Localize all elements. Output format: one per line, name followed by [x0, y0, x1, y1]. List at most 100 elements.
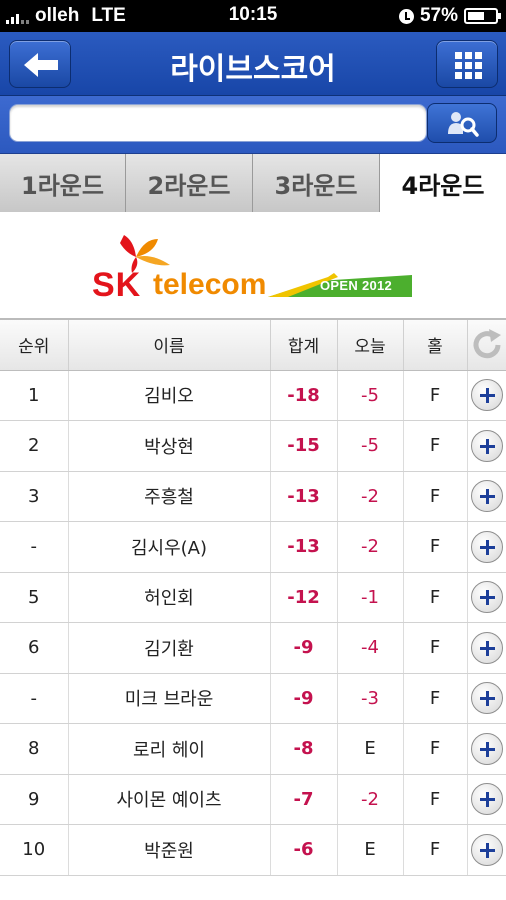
expand-cell	[467, 723, 506, 775]
tab-round-1[interactable]: 1라운드	[0, 154, 126, 212]
expand-cell	[467, 622, 506, 674]
col-hole: 홀	[403, 320, 468, 371]
event-name: OPEN 2012	[320, 278, 393, 293]
hole-cell: F	[403, 521, 468, 573]
today-score-cell: -2	[337, 471, 404, 522]
today-score-cell: -5	[337, 370, 404, 421]
expand-cell	[467, 521, 506, 573]
expand-cell	[467, 673, 506, 724]
hole-cell: F	[403, 370, 468, 421]
battery-icon	[464, 8, 501, 24]
hole-cell: F	[403, 774, 468, 825]
total-score-cell: -18	[270, 370, 338, 421]
table-row: 6 김기환 -9 -4 F	[0, 622, 506, 674]
expand-cell	[467, 420, 506, 472]
status-bar: olleh LTE 10:15 57%	[0, 0, 506, 32]
rank-cell: -	[0, 673, 69, 724]
sponsor-banner: SK telecom OPEN 2012	[0, 212, 506, 320]
player-name-cell: 박상현	[68, 420, 271, 472]
hole-cell: F	[403, 471, 468, 522]
table-row: 1 김비오 -18 -5 F	[0, 370, 506, 421]
table-header-row: 순위 이름 합계 오늘 홀	[0, 320, 506, 371]
expand-player-button[interactable]	[470, 732, 503, 765]
hole-cell: F	[403, 723, 468, 775]
rank-cell: 6	[0, 622, 69, 674]
expand-player-button[interactable]	[470, 429, 503, 462]
expand-cell	[467, 370, 506, 421]
rank-cell: 10	[0, 824, 69, 876]
table-row: 8 로리 헤이 -8 E F	[0, 723, 506, 775]
hole-cell: F	[403, 420, 468, 472]
hole-cell: F	[403, 824, 468, 876]
hole-cell: F	[403, 572, 468, 623]
player-name-cell: 김비오	[68, 370, 271, 421]
rank-cell: 1	[0, 370, 69, 421]
player-name-cell: 사이몬 예이츠	[68, 774, 271, 825]
page-title: 라이브스코어	[170, 52, 336, 87]
player-name-cell: 로리 헤이	[68, 723, 271, 775]
col-today: 오늘	[337, 320, 404, 371]
expand-player-button[interactable]	[470, 682, 503, 715]
player-name-cell: 김기환	[68, 622, 271, 674]
today-score-cell: -3	[337, 673, 404, 724]
table-row: - 김시우(A) -13 -2 F	[0, 521, 506, 573]
today-score-cell: E	[337, 723, 404, 775]
expand-player-button[interactable]	[470, 833, 503, 866]
total-score-cell: -12	[270, 572, 338, 623]
today-score-cell: -5	[337, 420, 404, 472]
total-score-cell: -6	[270, 824, 338, 876]
hole-cell: F	[403, 622, 468, 674]
table-row: - 미크 브라운 -9 -3 F	[0, 673, 506, 724]
player-name-cell: 김시우(A)	[68, 521, 271, 573]
rotation-lock-icon	[398, 8, 414, 24]
rank-cell: -	[0, 521, 69, 573]
expand-player-button[interactable]	[470, 581, 503, 614]
player-name-cell: 주흥철	[68, 471, 271, 522]
table-row: 9 사이몬 예이츠 -7 -2 F	[0, 774, 506, 825]
menu-button[interactable]	[436, 40, 498, 88]
expand-player-button[interactable]	[470, 530, 503, 563]
today-score-cell: -2	[337, 774, 404, 825]
round-tabs: 1라운드 2라운드 3라운드 4라운드	[0, 154, 506, 212]
total-score-cell: -13	[270, 471, 338, 522]
brand-sk: SK	[92, 266, 142, 304]
expand-player-button[interactable]	[470, 631, 503, 664]
search-input[interactable]	[9, 104, 427, 142]
expand-player-button[interactable]	[470, 480, 503, 513]
grid-menu-icon	[455, 52, 482, 79]
status-right: 57%	[398, 5, 501, 27]
tab-round-3[interactable]: 3라운드	[253, 154, 380, 212]
expand-cell	[467, 774, 506, 825]
total-score-cell: -15	[270, 420, 338, 472]
tab-round-4[interactable]: 4라운드	[380, 154, 506, 212]
rank-cell: 5	[0, 572, 69, 623]
rank-cell: 8	[0, 723, 69, 775]
table-row: 2 박상현 -15 -5 F	[0, 420, 506, 472]
today-score-cell: -1	[337, 572, 404, 623]
expand-player-button[interactable]	[470, 783, 503, 816]
tab-round-2[interactable]: 2라운드	[126, 154, 253, 212]
player-name-cell: 미크 브라운	[68, 673, 271, 724]
search-bar	[0, 96, 506, 154]
player-search-icon	[448, 112, 479, 137]
player-name-cell: 박준원	[68, 824, 271, 876]
refresh-button[interactable]	[467, 320, 506, 371]
refresh-icon	[473, 328, 501, 358]
expand-player-button[interactable]	[470, 379, 503, 412]
table-row: 3 주흥철 -13 -2 F	[0, 471, 506, 522]
today-score-cell: -4	[337, 622, 404, 674]
total-score-cell: -13	[270, 521, 338, 573]
total-score-cell: -8	[270, 723, 338, 775]
rank-cell: 9	[0, 774, 69, 825]
app-screen: olleh LTE 10:15 57% 라이브스코어 1라운드 2라운드 3라운…	[0, 0, 506, 900]
battery-percent: 57%	[419, 5, 458, 26]
navigation-bar: 라이브스코어	[0, 32, 506, 96]
total-score-cell: -9	[270, 622, 338, 674]
today-score-cell: E	[337, 824, 404, 876]
brand-telecom: telecom	[153, 268, 267, 301]
rank-cell: 3	[0, 471, 69, 522]
leaderboard-table: 순위 이름 합계 오늘 홀 1 김비오 -18 -5 F 2 박상현 -15 -5 F 3 주흥철 -1…	[0, 320, 506, 876]
player-name-cell: 허인회	[68, 572, 271, 623]
player-search-button[interactable]	[427, 103, 497, 143]
today-score-cell: -2	[337, 521, 404, 573]
